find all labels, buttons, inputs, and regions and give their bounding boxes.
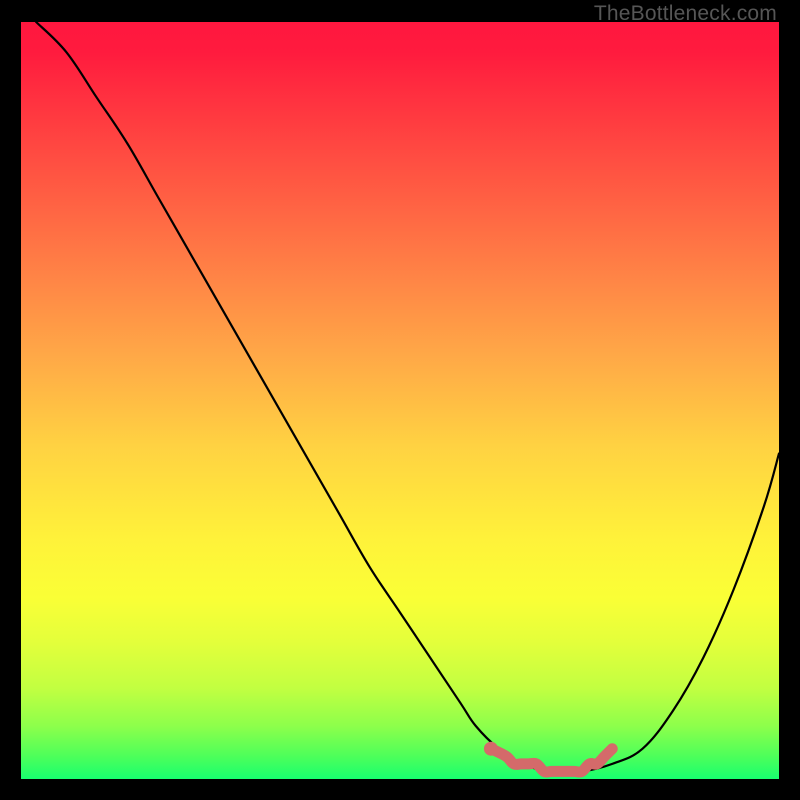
chart-frame: TheBottleneck.com [0,0,800,800]
optimal-range-start-dot [484,742,498,756]
chart-svg [21,22,779,779]
optimal-range-marker [491,749,612,772]
curve-layer [36,22,779,772]
bottleneck-curve [36,22,779,772]
